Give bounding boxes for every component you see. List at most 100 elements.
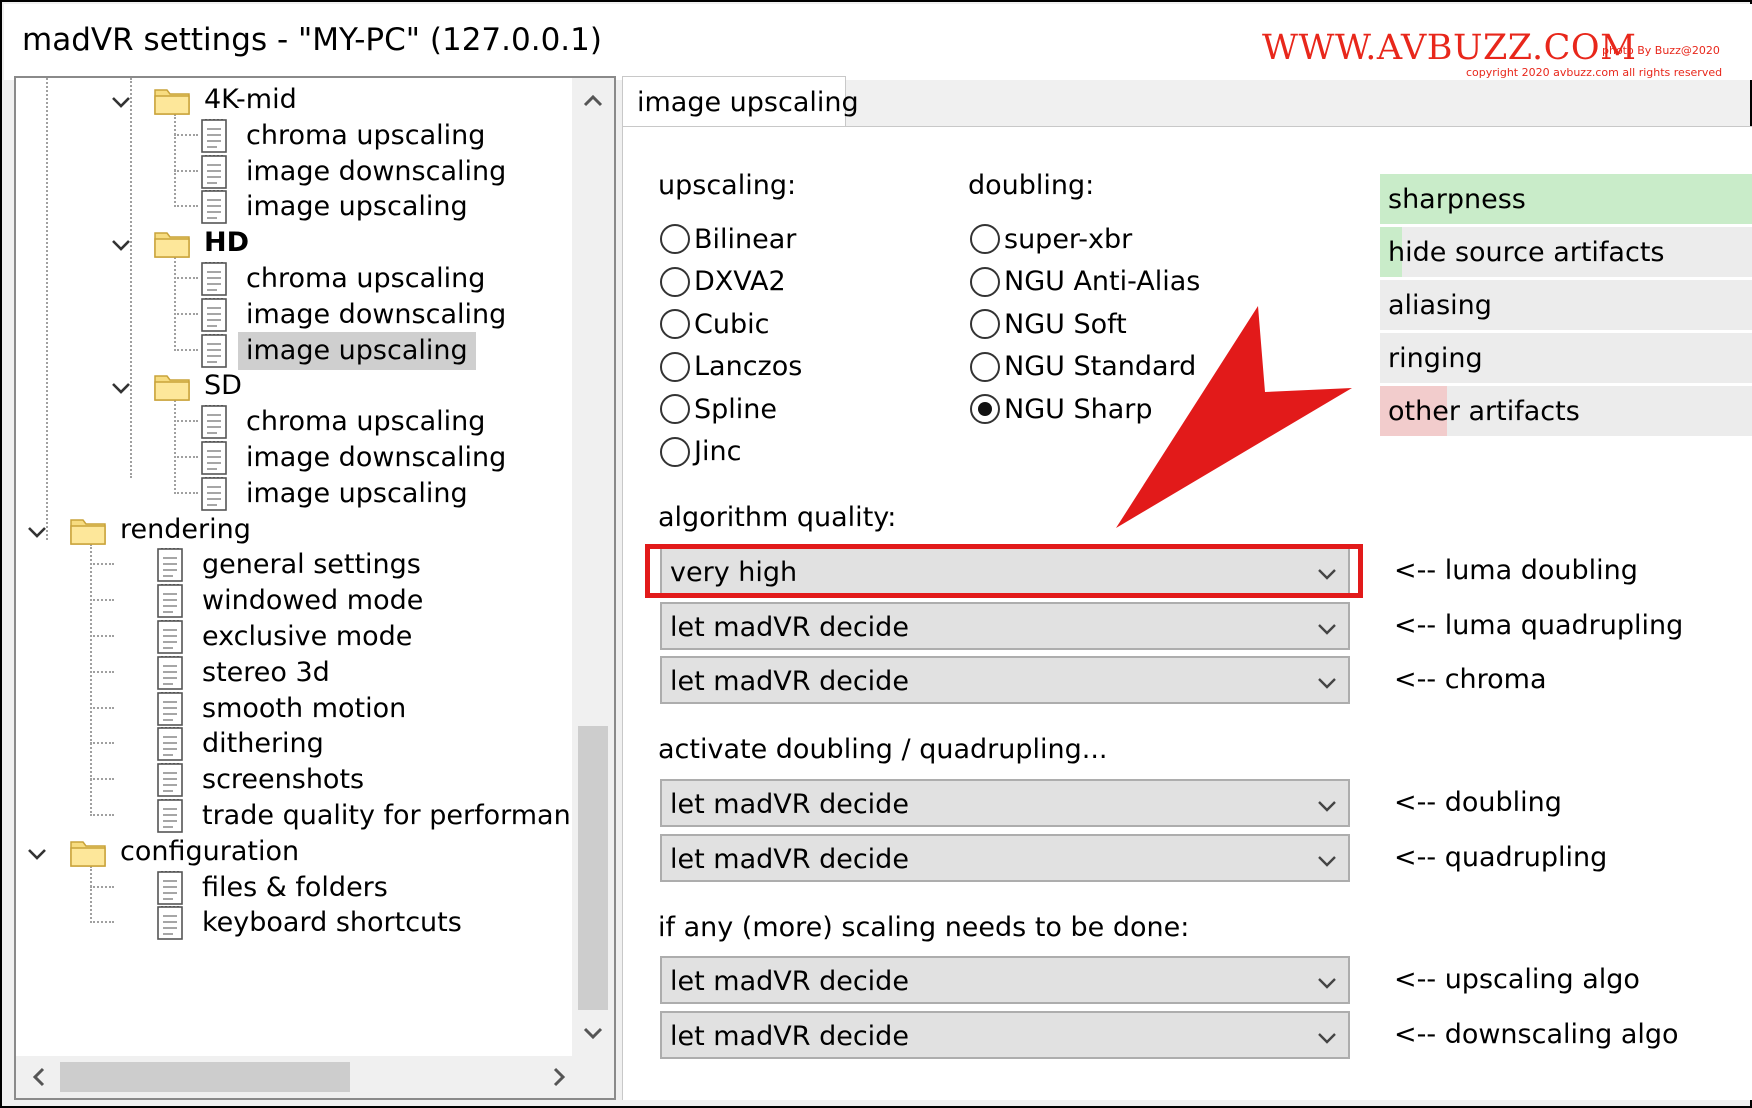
radio-button-icon[interactable] — [970, 351, 1000, 382]
radio-button-icon[interactable] — [660, 351, 690, 382]
radio-lanczos[interactable]: Lanczos — [660, 348, 802, 386]
radio-jinc[interactable]: Jinc — [660, 433, 741, 471]
page-icon — [156, 726, 184, 762]
tree-page[interactable]: smooth motion — [156, 689, 414, 729]
radio-button-icon[interactable] — [660, 436, 690, 467]
quadrupling-activation-dropdown[interactable]: let madVR decide — [660, 834, 1350, 882]
tree-folder[interactable]: SD — [112, 366, 250, 406]
tree-page[interactable]: image downscaling — [200, 295, 514, 335]
dropdown-hint: <-- chroma — [1394, 664, 1547, 695]
tree-connector — [90, 563, 114, 566]
upscaling-algo-dropdown[interactable]: let madVR decide — [660, 956, 1350, 1004]
chevron-down-icon[interactable] — [110, 232, 132, 254]
tree-page[interactable]: keyboard shortcuts — [156, 903, 470, 943]
tree-item-label: files & folders — [202, 871, 388, 903]
tree-page[interactable]: image upscaling — [200, 331, 476, 371]
tree-folder[interactable]: rendering — [28, 510, 259, 550]
tradeoff-label: ringing — [1388, 343, 1483, 374]
tree-item-label: chroma upscaling — [246, 406, 486, 438]
tree-item-label: exclusive mode — [202, 621, 413, 652]
dropdown-value: let madVR decide — [670, 666, 909, 697]
tree-vertical-scrollbar[interactable] — [572, 78, 614, 1056]
chevron-down-icon[interactable] — [110, 89, 132, 111]
radio-button-icon[interactable] — [660, 224, 690, 254]
page-icon — [156, 905, 184, 941]
tree-item-label: screenshots — [202, 764, 365, 796]
tradeoff-label: aliasing — [1388, 290, 1492, 321]
tree-folder[interactable]: 4K-mid — [112, 80, 305, 120]
tree-page[interactable]: files & folders — [156, 868, 396, 908]
radio-button-icon[interactable] — [660, 394, 690, 424]
scroll-right-icon[interactable] — [544, 1062, 574, 1092]
tree-connector — [90, 635, 114, 637]
radio-button-icon[interactable] — [970, 224, 1000, 254]
tree-page[interactable]: stereo 3d — [156, 653, 338, 693]
radio-ngu-anti-alias[interactable]: NGU Anti-Alias — [970, 263, 1200, 301]
tree-page[interactable]: screenshots — [156, 760, 372, 800]
tree-page[interactable]: chroma upscaling — [200, 259, 493, 299]
downscaling-algo-dropdown[interactable]: let madVR decide — [660, 1011, 1350, 1059]
radio-label: Bilinear — [694, 223, 797, 255]
dropdown-value: let madVR decide — [670, 1021, 909, 1052]
algorithm-quality-heading: algorithm quality: — [658, 502, 897, 533]
tree-item-label: image upscaling — [246, 477, 468, 509]
radio-spline[interactable]: Spline — [660, 390, 777, 428]
chevron-down-icon[interactable] — [1316, 793, 1338, 815]
radio-button-icon[interactable] — [970, 309, 1000, 339]
tree-page[interactable]: trade quality for performance — [156, 796, 610, 836]
radio-cubic[interactable]: Cubic — [660, 305, 769, 343]
tree-page[interactable]: chroma upscaling — [200, 402, 493, 442]
tree-page[interactable]: exclusive mode — [156, 617, 420, 657]
chevron-down-icon[interactable] — [26, 519, 48, 541]
tree-folder[interactable]: configuration — [28, 832, 307, 872]
tree-page[interactable]: image upscaling — [200, 474, 476, 514]
radio-button-icon[interactable] — [660, 266, 690, 297]
tree-vertical-scroll-thumb[interactable] — [578, 726, 608, 1010]
luma-doubling-quality-dropdown[interactable]: very high — [660, 547, 1350, 595]
tree-page[interactable]: general settings — [156, 545, 429, 585]
radio-label: NGU Sharp — [1004, 393, 1153, 425]
tree-page[interactable]: dithering — [156, 724, 332, 764]
tree-horizontal-scrollbar[interactable] — [16, 1056, 614, 1098]
radio-ngu-standard[interactable]: NGU Standard — [970, 348, 1196, 386]
radio-ngu-soft[interactable]: NGU Soft — [970, 305, 1127, 343]
radio-button-icon[interactable] — [970, 266, 1000, 297]
radio-label: Cubic — [694, 308, 770, 340]
radio-button-icon[interactable] — [660, 309, 690, 339]
tab-image-upscaling[interactable]: image upscaling — [622, 76, 859, 128]
radio-ngu-sharp[interactable]: NGU Sharp — [970, 390, 1153, 428]
chevron-down-icon[interactable] — [26, 841, 48, 863]
tree-page[interactable]: image upscaling — [200, 187, 476, 227]
tree-page[interactable]: image downscaling — [200, 152, 514, 192]
chevron-down-icon[interactable] — [1316, 848, 1338, 870]
radio-dxva2[interactable]: DXVA2 — [660, 263, 786, 301]
chevron-down-icon[interactable] — [1316, 670, 1338, 692]
tree-item-label: trade quality for performance — [202, 800, 603, 831]
tree-horizontal-scroll-thumb[interactable] — [60, 1062, 350, 1092]
chevron-down-icon[interactable] — [1316, 561, 1338, 583]
scroll-down-icon[interactable] — [578, 1018, 608, 1048]
tree-connector — [90, 599, 114, 602]
scroll-left-icon[interactable] — [24, 1062, 54, 1092]
radio-button-icon[interactable] — [970, 394, 1000, 424]
radio-bilinear[interactable]: Bilinear — [660, 220, 796, 258]
tree-connector — [90, 670, 114, 673]
chevron-down-icon[interactable] — [1316, 970, 1338, 992]
tree-connector — [90, 742, 114, 745]
settings-tree[interactable]: 4K-mid chroma upscaling image downscaling i… — [14, 76, 616, 1100]
scroll-up-icon[interactable] — [578, 86, 608, 116]
chevron-down-icon[interactable] — [110, 375, 132, 397]
folder-icon — [70, 837, 106, 867]
tree-folder[interactable]: HD — [112, 223, 257, 263]
tree-page[interactable]: image downscaling — [200, 438, 514, 478]
radio-super-xbr[interactable]: super-xbr — [970, 220, 1132, 258]
chevron-down-icon[interactable] — [1316, 1025, 1338, 1047]
chevron-down-icon[interactable] — [1316, 616, 1338, 638]
tree-page[interactable]: chroma upscaling — [200, 116, 493, 156]
doubling-activation-dropdown[interactable]: let madVR decide — [660, 779, 1350, 827]
luma-quadrupling-quality-dropdown[interactable]: let madVR decide — [660, 602, 1350, 650]
tree-page[interactable]: windowed mode — [156, 581, 431, 621]
tree-item-label: chroma upscaling — [246, 263, 486, 294]
chroma-quality-dropdown[interactable]: let madVR decide — [660, 656, 1350, 704]
radio-label: NGU Anti-Alias — [1004, 266, 1201, 297]
